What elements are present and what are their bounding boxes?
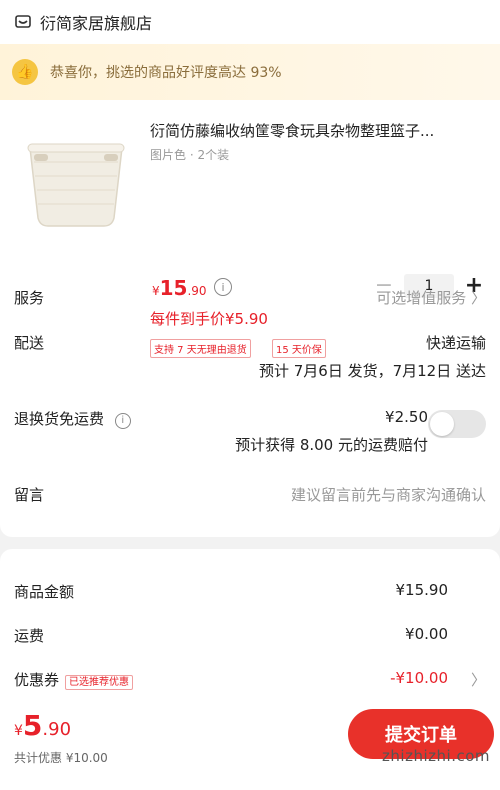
price-integer: 15 (159, 276, 188, 300)
total-price-integer: 5 (22, 709, 43, 742)
service-value[interactable]: 可选增值服务 〉 (376, 287, 486, 308)
freight-value: ¥0.00 (405, 625, 448, 643)
price-decimal: .90 (187, 284, 207, 298)
unit-price: 每件到手价¥5.90 (150, 310, 268, 328)
message-label: 留言 (14, 486, 45, 504)
toggle-knob (430, 412, 454, 436)
shipping-eta: 预计 7月6日 发货，7月12日 送达 (258, 362, 486, 380)
store-header[interactable]: 衍简家居旗舰店 (0, 0, 500, 44)
return-insurance-label: 退换货免运费 i (14, 408, 131, 429)
product-item: 衍简仿藤编收纳筐零食玩具杂物整理篮子... 图片色 · 2个装 (0, 100, 500, 265)
return-insurance-label-text: 退换货免运费 (14, 410, 105, 428)
total-price: ¥5.90 (14, 709, 71, 742)
freight-label: 运费 (14, 627, 45, 645)
total-price-decimal: .90 (42, 719, 72, 740)
message-input[interactable]: 建议留言前先与商家沟通确认 (291, 484, 486, 505)
order-main-card: 衍简仿藤编收纳筐零食玩具杂物整理篮子... 图片色 · 2个装 ¥15.90 i… (0, 100, 500, 537)
total-price-symbol: ¥ (14, 723, 23, 739)
price-symbol: ¥ (152, 284, 160, 298)
return-insurance-row: 退换货免运费 i ¥2.50 预计获得 8.00 元的运费赔付 (14, 408, 486, 468)
watermark: zhizhizhi.com (382, 747, 490, 765)
store-icon (14, 13, 32, 31)
store-name: 衍简家居旗舰店 (40, 14, 153, 33)
product-price: ¥15.90 (152, 276, 207, 300)
product-title[interactable]: 衍简仿藤编收纳筐零食玩具杂物整理篮子... (150, 120, 434, 141)
coupon-badge: 已选推荐优惠 (65, 675, 134, 690)
chevron-right-icon[interactable]: 〉 (471, 669, 486, 690)
product-spec[interactable]: 图片色 · 2个装 (150, 146, 229, 163)
shipping-row[interactable]: 配送 快递运输 预计 7月6日 发货，7月12日 送达 (14, 332, 486, 392)
coupon-label-text: 优惠券 (14, 671, 60, 689)
total-discount: 共计优惠 ¥10.00 (14, 751, 108, 765)
order-summary: 商品金额 ¥15.90 运费 ¥0.00 优惠券 已选推荐优惠 -¥10.00 〉… (0, 549, 500, 790)
coupon-label: 优惠券 已选推荐优惠 (14, 669, 134, 690)
rating-banner: 👍 恭喜你，挑选的商品好评度高达 93% (0, 44, 500, 100)
coupon-value[interactable]: -¥10.00 (390, 669, 448, 687)
return-insurance-note: 预计获得 8.00 元的运费赔付 (235, 436, 428, 454)
rating-banner-text: 恭喜你，挑选的商品好评度高达 93% (50, 65, 282, 81)
info-icon[interactable]: i (214, 278, 232, 296)
info-icon[interactable]: i (114, 412, 131, 429)
service-label: 服务 (14, 289, 45, 307)
thumbs-up-icon: 👍 (12, 59, 38, 85)
goods-amount-label: 商品金额 (14, 583, 75, 601)
return-insurance-price: ¥2.50 (385, 408, 428, 426)
goods-amount-value: ¥15.90 (395, 581, 449, 599)
product-image[interactable] (14, 120, 138, 240)
return-insurance-toggle[interactable] (428, 410, 486, 438)
shipping-label: 配送 (14, 334, 45, 352)
shipping-method: 快递运输 (425, 334, 486, 352)
